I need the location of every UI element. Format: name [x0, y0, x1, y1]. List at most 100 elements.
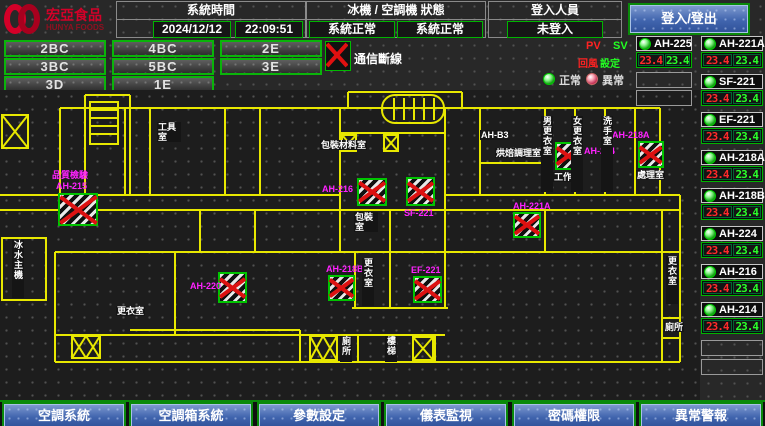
device-slot-empty-2	[636, 90, 692, 106]
device-ah224-lamp-icon	[704, 228, 716, 240]
device-ah218a-pv: 23.4	[703, 168, 732, 180]
device-ah216-lamp-icon	[704, 266, 716, 278]
device-card-ah218b[interactable]: AH-218B	[701, 188, 763, 203]
nav-button-5bc[interactable]: 5BC	[112, 58, 214, 75]
fan-marker-ef221[interactable]	[413, 276, 442, 303]
device-ef221-pv: 23.4	[703, 130, 732, 142]
legend-abnormal-label: 異常	[602, 72, 624, 88]
marker-ef221-label: EF-221	[411, 265, 441, 275]
comm-fail-label: 通信斷線	[354, 50, 402, 67]
machine-status-label: 冰機 / 空調機 狀態	[307, 2, 485, 20]
system-time-label: 系統時間	[117, 2, 305, 20]
nav-button-4bc[interactable]: 4BC	[112, 40, 214, 57]
login-group: 登入人員 未登入	[488, 1, 622, 38]
device-ah214-values: 23.4 23.4	[701, 318, 763, 334]
device-ef221-sv: 23.4	[733, 130, 762, 142]
device-sf221-values: 23.4 23.4	[701, 90, 763, 106]
device-card-ah214[interactable]: AH-214	[701, 302, 763, 317]
room-label-ah-b3: AH-B3	[480, 130, 510, 140]
device-card-ef221[interactable]: EF-221	[701, 112, 763, 127]
system-date-value: 2024/12/12	[153, 21, 231, 38]
ahu-marker-220[interactable]	[218, 272, 247, 303]
device-card-sf221[interactable]: SF-221	[701, 74, 763, 89]
device-ah221a-values: 23.4 23.4	[701, 52, 763, 68]
nav-button-2bc[interactable]: 2BC	[4, 40, 106, 57]
login-status-value: 未登入	[507, 21, 603, 38]
chiller-status-value: 系統正常	[309, 21, 395, 38]
logo-arc-right-icon	[18, 4, 40, 34]
device-ah221a-sv: 23.4	[733, 54, 762, 66]
marker-sf221-label: SF-221	[404, 208, 434, 218]
fan-marker-sf221[interactable]	[406, 177, 435, 206]
hmi-screen: 宏亞食品 HUNYA FOODS 系統時間 2024/12/12 22:09:5…	[0, 0, 765, 426]
footer-button-ahu-system[interactable]: 空調箱系統	[131, 404, 251, 426]
room-label-locker-b: 更衣室	[116, 306, 145, 316]
room-label-bake: 烘焙調理室	[495, 148, 542, 158]
header-bar: 宏亞食品 HUNYA FOODS 系統時間 2024/12/12 22:09:5…	[0, 0, 765, 38]
device-card-ah221a[interactable]: AH-221A	[701, 36, 763, 51]
room-label-pack: 包裝室	[354, 212, 378, 232]
room-label-v1: 男更衣室	[541, 116, 553, 192]
ahu-marker-218a[interactable]	[638, 141, 664, 168]
system-time-value: 22:09:51	[235, 21, 303, 38]
room-label-locker-a: 更衣室	[362, 258, 374, 306]
footer-button-meter-monitor[interactable]: 儀表監視	[386, 404, 506, 426]
device-ah216-values: 23.4 23.4	[701, 280, 763, 296]
marker-218b-label: AH-218B	[326, 264, 364, 274]
pv-desc-label: 回風	[578, 55, 598, 70]
room-label-chiller: 冰水主機	[12, 240, 24, 298]
room-label-stair: 樓梯	[385, 336, 397, 362]
footer-button-param-settings[interactable]: 參數設定	[259, 404, 379, 426]
device-ef221-values: 23.4 23.4	[701, 128, 763, 144]
brand-logo: 宏亞食品 HUNYA FOODS	[4, 2, 114, 36]
marker-221a-label: AH-221A	[513, 201, 551, 211]
device-ef221-lamp-icon	[704, 114, 716, 126]
device-ah216-pv: 23.4	[703, 282, 732, 294]
ahu-marker-218b[interactable]	[328, 275, 355, 301]
device-ah218b-values: 23.4 23.4	[701, 204, 763, 220]
device-ah221a-lamp-icon	[704, 38, 716, 50]
room-label-tool: 工具室	[157, 122, 181, 142]
nav-button-3e[interactable]: 3E	[220, 58, 322, 75]
device-ah221a-name: AH-221A	[719, 38, 765, 50]
comm-fail-icon	[325, 41, 351, 71]
device-card-ah225[interactable]: AH-225	[636, 36, 692, 51]
system-time-group: 系統時間 2024/12/12 22:09:51	[116, 1, 306, 38]
device-ah214-lamp-icon	[704, 304, 716, 316]
legend-normal-lamp-icon	[543, 73, 555, 85]
brand-sub: HUNYA FOODS	[46, 23, 104, 32]
device-ah224-name: AH-224	[719, 228, 757, 240]
footer-bar: 空調系統 空調箱系統 參數設定 儀表監視 密碼權限 異常警報	[0, 400, 765, 426]
floor-plan: 品質檢驗 AH-215 AH-216 SF-221 AH-214 AH-218A…	[0, 90, 700, 400]
device-ah214-sv: 23.4	[733, 320, 762, 332]
login-logout-button[interactable]: 登入/登出	[630, 5, 748, 33]
nav-button-2e[interactable]: 2E	[220, 40, 322, 57]
device-ah225-sv: 23.4	[665, 54, 691, 66]
device-ah218b-pv: 23.4	[703, 206, 732, 218]
marker-216-label: AH-216	[322, 184, 353, 194]
device-sf221-sv: 23.4	[733, 92, 762, 104]
room-label-v2: 女更衣室	[571, 116, 583, 192]
device-card-ah218a[interactable]: AH-218A	[701, 150, 763, 165]
device-ef221-name: EF-221	[719, 114, 755, 126]
device-card-ah216[interactable]: AH-216	[701, 264, 763, 279]
device-ah225-values: 23.4 23.4	[636, 52, 692, 68]
footer-button-password-rights[interactable]: 密碼權限	[514, 404, 634, 426]
room-label-toilet-right: 廁所	[664, 322, 684, 332]
device-slot-empty-1	[636, 72, 692, 88]
nav-button-3bc[interactable]: 3BC	[4, 58, 106, 75]
device-ah216-sv: 23.4	[733, 282, 762, 294]
device-ah224-pv: 23.4	[703, 244, 732, 256]
sv-label: SV	[613, 40, 628, 52]
legend-abnormal-lamp-icon	[586, 73, 598, 85]
ahu-marker-221a[interactable]	[513, 212, 541, 238]
device-ah218a-sv: 23.4	[733, 168, 762, 180]
marker-218a-label: AH-218A	[612, 130, 650, 140]
ahu-marker-216[interactable]	[357, 178, 387, 206]
room-label-process: 處理室	[636, 170, 665, 180]
device-card-ah224[interactable]: AH-224	[701, 226, 763, 241]
footer-button-alarm[interactable]: 異常警報	[641, 404, 761, 426]
footer-button-hvac-system[interactable]: 空調系統	[4, 404, 124, 426]
device-ah218a-values: 23.4 23.4	[701, 166, 763, 182]
ahu-marker-215[interactable]	[58, 193, 98, 226]
